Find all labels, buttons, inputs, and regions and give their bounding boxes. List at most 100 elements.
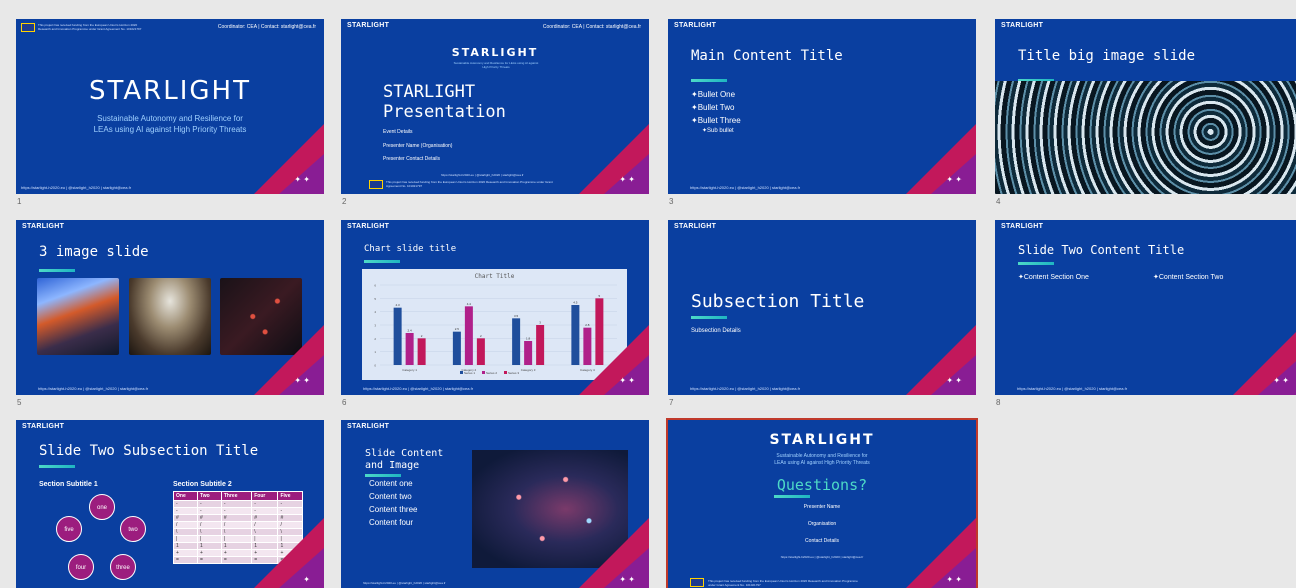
- sparkle-icon: ✦ ✦: [1273, 376, 1289, 385]
- chart-bar: [452, 331, 461, 365]
- questions-title: Questions?: [776, 476, 868, 494]
- sparkle-icon: ✦ ✦: [619, 376, 635, 385]
- table-cell: \: [172, 528, 199, 536]
- legend-entry: Series 1: [464, 371, 475, 375]
- table-cell: /: [172, 521, 199, 529]
- data-label: 1.8: [526, 337, 531, 341]
- table-row: -----: [172, 500, 303, 508]
- accent-bar: [691, 316, 727, 319]
- table-cell: =: [172, 556, 199, 564]
- corner-decoration-inner: [279, 154, 324, 194]
- table-header-cell: Five: [277, 491, 303, 501]
- table-cell: -: [197, 500, 222, 508]
- slide-thumbnail-9[interactable]: STARLIGHT Slide Two Subsection Title Sec…: [16, 420, 324, 588]
- slide-thumbnail-2[interactable]: STARLIGHT Coordinator: CEA | Contact: st…: [341, 19, 649, 194]
- table-cell: +: [220, 549, 253, 557]
- accent-bar: [39, 269, 75, 272]
- cycle-node: two: [120, 516, 146, 542]
- data-label: 5: [599, 294, 601, 298]
- section-subtitle-1: Section Subtitle 1: [39, 481, 98, 488]
- corner-decoration-inner: [279, 548, 324, 588]
- eu-flag-icon: [21, 23, 35, 32]
- slide-number: 2: [342, 197, 347, 206]
- logo-subtitle: Sustainable Autonomy and Resilience for …: [453, 61, 539, 69]
- table-cell: #: [172, 514, 199, 522]
- slide-thumbnail-6[interactable]: STARLIGHT Chart slide title Chart Title …: [341, 220, 649, 395]
- slide-title: 3 image slide: [39, 244, 149, 260]
- table-cell: -: [220, 500, 253, 508]
- coordinator-text: Coordinator: CEA | Contact: starlight@ce…: [217, 24, 316, 30]
- slide-footer: https://starlight-h2020.eu | @starlight_…: [363, 581, 446, 585]
- slide-thumbnail-8[interactable]: STARLIGHT Slide Two Content Title ✦Conte…: [995, 220, 1296, 395]
- legend-swatch: [460, 371, 463, 374]
- content-item: Content one: [369, 479, 413, 488]
- slide-title: Title big image slide: [1018, 48, 1196, 64]
- section-subtitle-2: Section Subtitle 2: [173, 481, 232, 488]
- brand-label: STARLIGHT: [22, 223, 65, 230]
- chart-bar: [536, 325, 545, 365]
- y-tick-label: 6: [374, 284, 376, 288]
- brand-label: STARLIGHT: [674, 223, 717, 230]
- eu-funding-text: This project has received funding from t…: [386, 180, 553, 188]
- slide-number: 6: [342, 398, 347, 407]
- table-cell: /: [197, 521, 222, 529]
- table-cell: +: [197, 549, 222, 557]
- data-label: 2: [421, 334, 423, 338]
- table-cell: -: [172, 500, 199, 508]
- sparkle-icon: ✦ ✦: [294, 376, 310, 385]
- table-cell: 1: [197, 542, 222, 550]
- slide-number: 5: [17, 398, 22, 407]
- x-tick-label: Category 3: [521, 368, 536, 372]
- y-tick-label: 1: [374, 350, 376, 354]
- data-label: 2: [480, 334, 482, 338]
- event-details: Event Details: [383, 129, 413, 135]
- eu-funding-text: This project has received funding from t…: [708, 579, 858, 587]
- data-label: 4.5: [573, 301, 578, 305]
- coordinator-text: Coordinator: CEA | Contact: starlight@ce…: [542, 24, 641, 30]
- slide-title: Slide Two Content Title: [1018, 243, 1185, 257]
- slide-title-line1: STARLIGHT: [383, 82, 476, 102]
- slide-thumbnail-3[interactable]: STARLIGHT Main Content Title ✦Bullet One…: [668, 19, 976, 194]
- cycle-node: four: [68, 554, 94, 580]
- data-label: 2.4: [408, 329, 413, 333]
- big-image: [995, 81, 1296, 194]
- table-cell: +: [172, 549, 199, 557]
- data-label: 3.5: [514, 314, 519, 318]
- table-cell: -: [251, 507, 279, 515]
- table-cell: -: [277, 507, 303, 515]
- brand-label: STARLIGHT: [1001, 22, 1044, 29]
- chart-bar: [393, 307, 402, 365]
- slide-thumbnail-4[interactable]: STARLIGHT Title big image slide: [995, 19, 1296, 194]
- slide-thumbnail-1[interactable]: This project has received funding from t…: [16, 19, 324, 194]
- corner-decoration-inner: [931, 355, 976, 395]
- slide-thumbnail-5[interactable]: STARLIGHT 3 image slide https://starligh…: [16, 220, 324, 395]
- table-cell: -: [277, 500, 303, 508]
- subsection-details: Subsection Details: [691, 328, 741, 334]
- slide-number: 8: [996, 398, 1001, 407]
- slide-footer: https://starlight-h2020.eu | @starlight_…: [363, 386, 474, 391]
- starlight-logo: STARLIGHT: [89, 76, 251, 106]
- sub-bullet-item: ✦Sub bullet: [702, 128, 734, 134]
- slide-title: Chart slide title: [364, 244, 457, 254]
- sparkle-icon: ✦ ✦: [619, 175, 635, 184]
- presenter-contact: Presenter Contact Details: [383, 156, 440, 162]
- slide-title: Slide Two Subsection Title: [39, 443, 259, 459]
- slide-footer: https://starlight-h2020.eu | @starlight_…: [690, 185, 801, 190]
- slide-thumbnail-11[interactable]: STARLIGHT Sustainable Autonomy and Resil…: [666, 418, 978, 588]
- police-image: [37, 278, 119, 355]
- y-tick-label: 3: [374, 324, 376, 328]
- table-cell: 1: [172, 542, 199, 550]
- sparkle-icon: ✦ ✦: [294, 175, 310, 184]
- sparkle-icon: ✦: [303, 575, 310, 584]
- slide-footer: https://starlight-h2020.eu | @starlight_…: [21, 185, 132, 190]
- slide-number: 1: [17, 197, 22, 206]
- y-tick-label: 4: [374, 310, 376, 314]
- table-cell: \: [220, 528, 253, 536]
- sparkle-icon: ✦ ✦: [946, 175, 962, 184]
- sparkle-icon: ✦ ✦: [619, 575, 635, 584]
- bullet-item: ✦Bullet One: [691, 90, 736, 99]
- slide-thumbnail-7[interactable]: STARLIGHT Subsection Title Subsection De…: [668, 220, 976, 395]
- slide-number: 4: [996, 197, 1001, 206]
- table-cell: #: [197, 514, 222, 522]
- slide-thumbnail-10[interactable]: STARLIGHT Slide Content and Image Conten…: [341, 420, 649, 588]
